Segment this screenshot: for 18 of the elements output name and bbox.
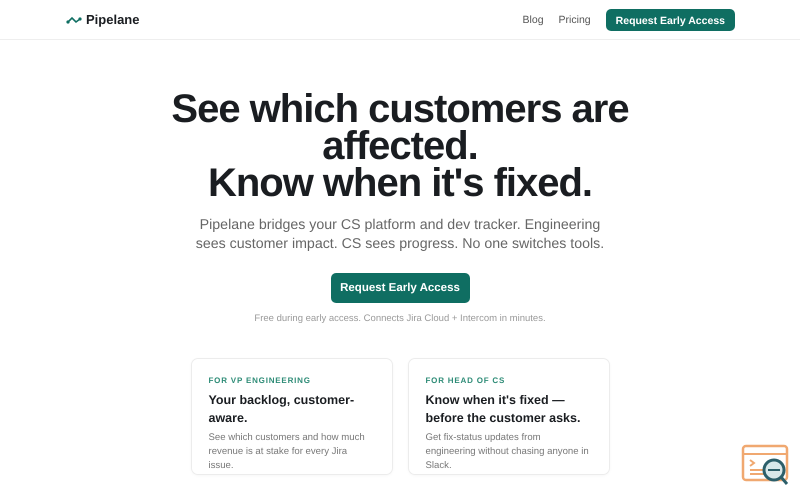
brand-name[interactable]: Pipelane — [86, 12, 140, 27]
nav-link[interactable]: Pricing — [558, 14, 591, 26]
card-title: Your backlog, customer-aware. — [208, 392, 356, 427]
search-window-icon[interactable] — [741, 444, 791, 488]
card-eyebrow: FOR VP ENGINEERING — [208, 376, 312, 385]
card-title: Know when it's fixed — before the customer asks. — [426, 392, 582, 427]
card-text: Get fix-status updates from engineering without chasing anyone in Slack. — [426, 431, 590, 473]
headline: Know when it's fixed. — [208, 165, 592, 202]
logo-icon — [66, 16, 82, 24]
subtitle: Pipelane bridges your CS platform and dev tracker. Engineering sees customer impact. CS sees progress. No one switches tools. — [194, 216, 606, 254]
headline: affected. — [322, 128, 478, 165]
card-eyebrow: FOR HEAD OF CS — [426, 376, 506, 385]
request-access-button[interactable]: Request Early Access — [330, 273, 470, 303]
request-access-button[interactable]: Request Early Access — [606, 8, 735, 30]
nav-link[interactable]: Blog — [522, 14, 544, 26]
note: Free during early access. Connects Jira Cloud + Intercom in minutes. — [254, 313, 546, 324]
headline: See which customers are — [171, 91, 629, 128]
card-text: See which customers and how much revenue is at stake for every Jira issue. — [208, 431, 366, 473]
